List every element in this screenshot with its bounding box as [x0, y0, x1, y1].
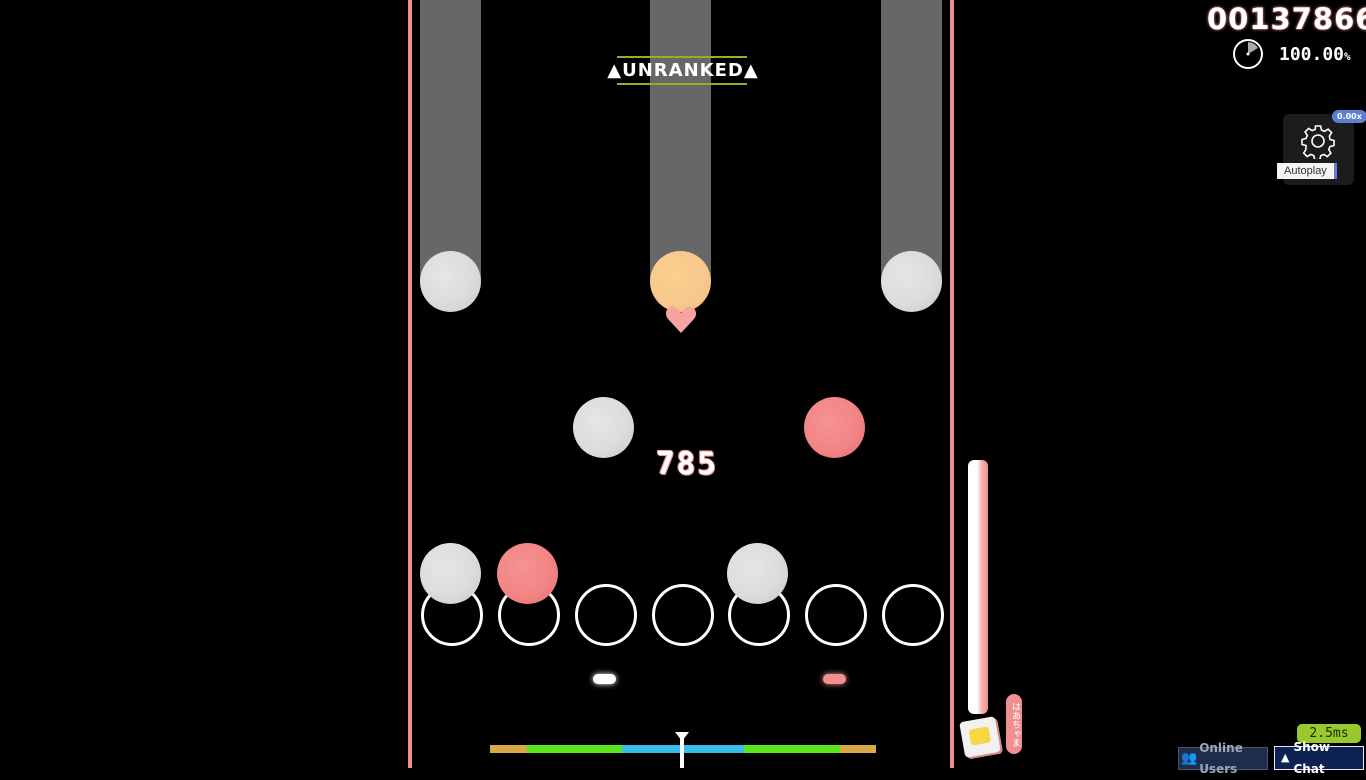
- hit-error-good-left: [527, 745, 622, 753]
- hit-error-arrow-icon: [675, 732, 689, 741]
- online-users-button[interactable]: 👥 Online Users: [1178, 741, 1268, 776]
- note-white: [881, 251, 942, 312]
- accuracy-display: 100.00%: [1279, 44, 1351, 65]
- accuracy-value: 100.00: [1279, 44, 1345, 65]
- online-users-label: Online Users: [1199, 740, 1243, 776]
- hit-error-good-right: [744, 745, 840, 753]
- player-name-tag: はあちゃま: [1006, 694, 1022, 754]
- hit-error-meh-left: [490, 745, 527, 753]
- note-white: [420, 251, 481, 312]
- playfield-left-border: [408, 0, 412, 768]
- chevron-up-icon: ▲: [1281, 751, 1290, 764]
- progress-pie-icon: [1232, 38, 1263, 69]
- hold-note-beam-lane-7: [881, 0, 942, 282]
- autoplay-mod-label: Autoplay: [1277, 163, 1337, 179]
- note-white: [573, 397, 634, 458]
- receptor-lane-7: [882, 584, 944, 646]
- playfield-right-border: [950, 0, 954, 768]
- note-white: [727, 543, 788, 604]
- avatar-character-icon: [968, 726, 992, 746]
- heart-icon: [664, 302, 698, 336]
- key-press-indicator-white: [593, 674, 616, 684]
- unranked-banner: ▲UNRANKED▲: [605, 60, 761, 81]
- show-chat-button[interactable]: ▲ Show Chat: [1274, 740, 1364, 776]
- hold-note-beam-lane-1: [420, 0, 481, 282]
- note-white: [420, 543, 481, 604]
- note-red: [497, 543, 558, 604]
- unranked-label: UNRANKED: [622, 60, 744, 81]
- score-counter: 00137866: [1207, 2, 1366, 36]
- receptor-lane-4: [652, 584, 714, 646]
- accuracy-unit: %: [1344, 50, 1351, 63]
- receptor-lane-6: [805, 584, 867, 646]
- key-press-indicator-red: [823, 674, 846, 684]
- warning-triangle-icon: ▲: [743, 60, 759, 81]
- speed-multiplier-badge: 0.00x: [1332, 110, 1366, 123]
- hold-note-beam-lane-4: [650, 0, 711, 282]
- receptor-lane-3: [575, 584, 637, 646]
- hit-error-center-line: [680, 738, 684, 768]
- show-chat-label: Show Chat: [1293, 740, 1330, 776]
- player-avatar: [959, 716, 1001, 758]
- combo-counter: 785: [656, 446, 718, 482]
- hit-error-meh-right: [840, 745, 876, 753]
- users-icon: 👥: [1181, 751, 1198, 766]
- unranked-top-line: [617, 56, 747, 58]
- gear-icon: [1300, 123, 1336, 161]
- warning-triangle-icon: ▲: [607, 60, 623, 81]
- health-bar: [968, 460, 988, 714]
- unranked-bottom-line: [617, 83, 747, 85]
- note-red: [804, 397, 865, 458]
